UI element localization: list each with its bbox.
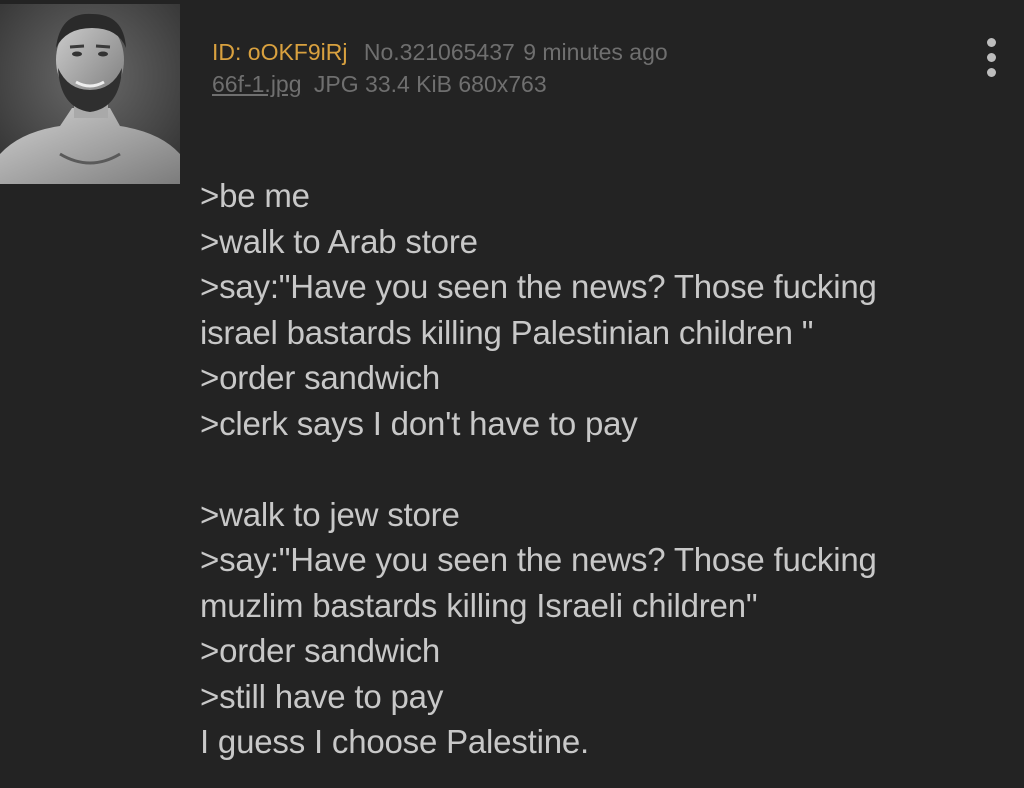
post-time: 9 minutes ago bbox=[523, 39, 668, 65]
file-details: JPG 33.4 KiB 680x763 bbox=[313, 71, 547, 97]
post-line: israel bastards killing Palestinian chil… bbox=[200, 313, 814, 351]
post-line: >say:"Have you seen the news? Those fuck… bbox=[200, 268, 877, 305]
post-number[interactable]: No.321065437 bbox=[364, 39, 515, 65]
post-line: muzlim bastards killing Israeli children… bbox=[200, 586, 758, 624]
file-name-link[interactable]: 66f-1.jpg bbox=[212, 71, 302, 97]
post-line: >say:"Have you seen the news? Those fuck… bbox=[200, 541, 877, 578]
post-line: >still have to pay bbox=[200, 677, 444, 715]
vertical-dots-icon bbox=[987, 38, 996, 47]
file-info-row: 66f-1.jpg JPG 33.4 KiB 680x763 bbox=[212, 68, 668, 100]
post-body: >be me >walk to Arab store >say:"Have yo… bbox=[200, 173, 1000, 765]
vertical-dots-icon bbox=[987, 68, 996, 77]
post-line: >clerk says I don't have to pay bbox=[200, 404, 638, 442]
post-container: ID: oOKF9iRj No.321065437 9 minutes ago … bbox=[0, 0, 1024, 788]
avatar-photo-icon bbox=[0, 4, 180, 184]
post-line: >order sandwich bbox=[200, 632, 441, 669]
post-thumbnail[interactable] bbox=[0, 4, 180, 184]
post-line: >walk to jew store bbox=[200, 495, 460, 533]
post-line-blank bbox=[200, 446, 1000, 492]
post-meta: ID: oOKF9iRj No.321065437 9 minutes ago … bbox=[212, 36, 668, 100]
post-line: >order sandwich bbox=[200, 359, 441, 396]
post-header-row: ID: oOKF9iRj No.321065437 9 minutes ago bbox=[212, 36, 668, 68]
vertical-dots-icon bbox=[987, 53, 996, 62]
post-menu-button[interactable] bbox=[976, 36, 1008, 80]
post-line: >walk to Arab store bbox=[200, 222, 478, 260]
post-line: >be me bbox=[200, 177, 310, 214]
post-line: I guess I choose Palestine. bbox=[200, 723, 590, 760]
poster-id[interactable]: ID: oOKF9iRj bbox=[212, 39, 347, 65]
